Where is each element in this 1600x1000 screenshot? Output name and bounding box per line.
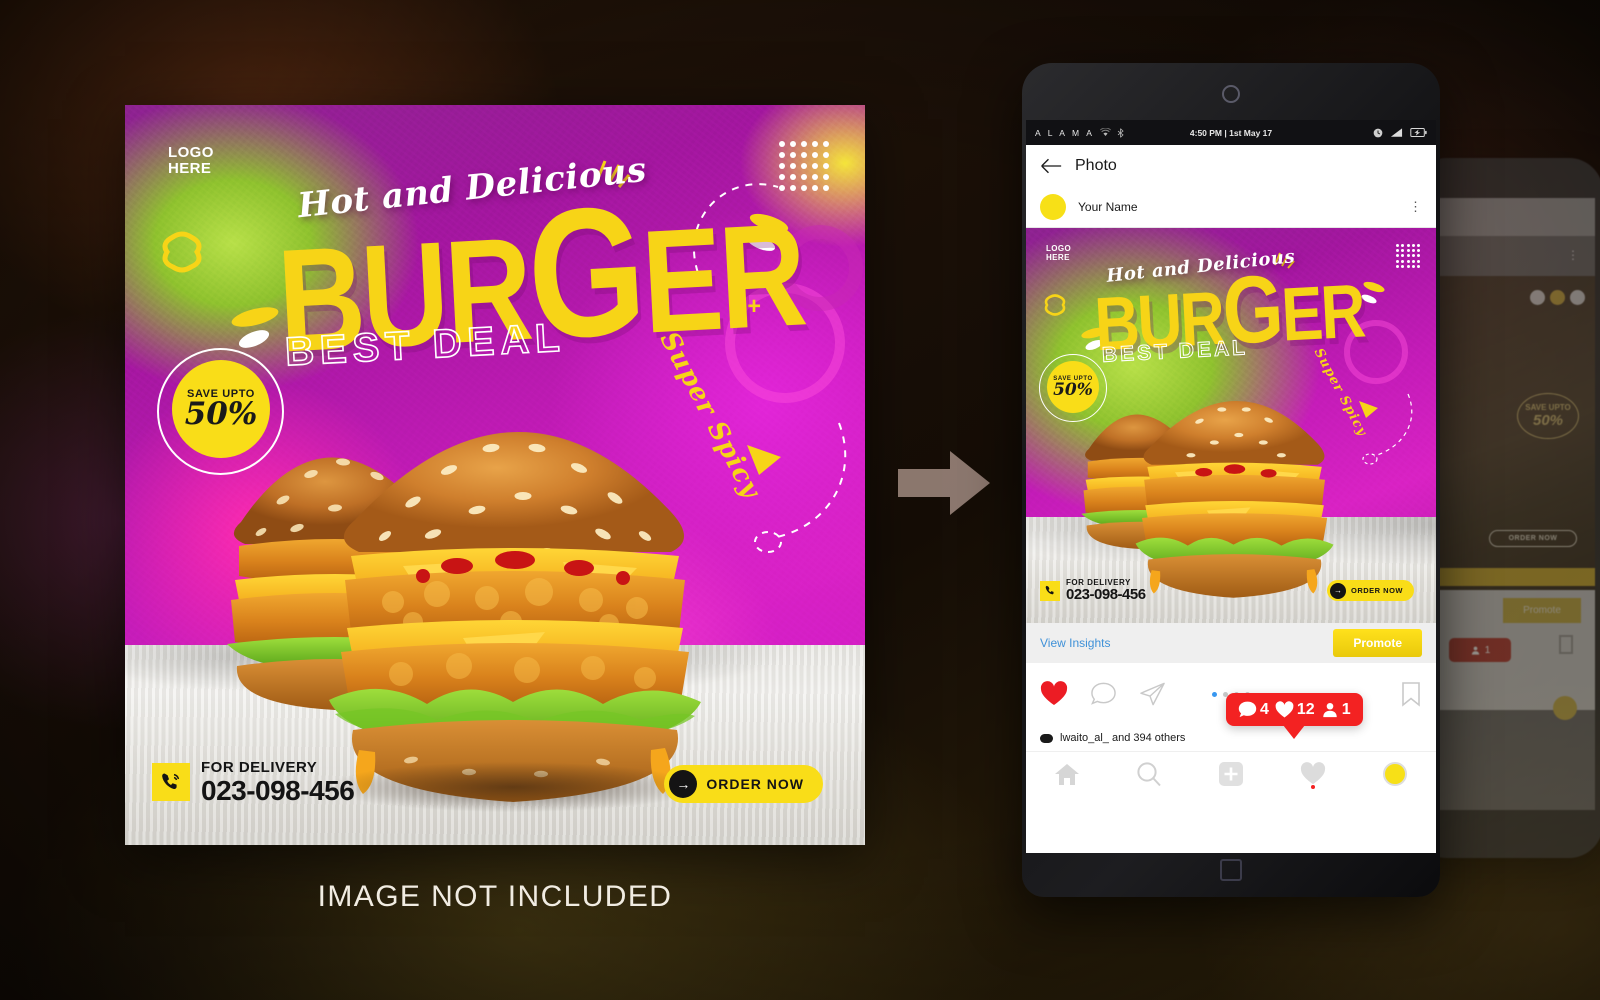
delivery-phone: 023-098-456 [201, 774, 355, 806]
tab-profile[interactable] [1370, 757, 1420, 791]
social-icons-row [1530, 290, 1585, 305]
follower-count-group: 1 [1321, 701, 1351, 719]
save-badge-value: 50% [184, 396, 258, 433]
delivery-label: FOR DELIVERY [201, 758, 318, 776]
carrier-label: A L A M A [1035, 127, 1095, 138]
status-time: 4:50 PM | 1st May 17 [1189, 127, 1273, 138]
home-square-icon[interactable] [1220, 859, 1242, 881]
phone-screen: A L A M A 4:50 PM | 1st May 17 Photo You… [1026, 120, 1436, 853]
liker-avatars-icon [1040, 733, 1053, 743]
order-now-button[interactable]: → ORDER NOW [664, 765, 823, 803]
activity-notification-dot [1311, 784, 1315, 789]
poster-logo: LOGO HERE [168, 144, 214, 178]
phone-call-icon [152, 762, 190, 801]
order-now-label: ORDER NOW [706, 776, 804, 792]
home-icon [1055, 763, 1079, 785]
ghost-notification-badge: 1 [1449, 638, 1511, 662]
like-count-group: 12 [1275, 701, 1315, 719]
send-paper-plane-icon[interactable] [1139, 681, 1166, 707]
ghost-save-value: 50% [1532, 412, 1564, 429]
post-order-now-button[interactable]: → ORDER NOW [1327, 580, 1414, 601]
poster-preview[interactable]: + LOGO HERE Hot and Delicious BURGER BES… [125, 105, 865, 845]
likes-summary-row[interactable]: lwaito_al_ and 394 others [1026, 725, 1436, 751]
comment-bubble-icon [1238, 701, 1257, 718]
poster-logo-line2: HERE [168, 160, 212, 178]
alarm-clock-icon [1373, 128, 1383, 138]
comment-count-group: 4 [1238, 700, 1269, 719]
post-logo: LOGO HERE [1046, 244, 1071, 262]
profile-avatar-icon [1383, 761, 1407, 786]
post-save-badge: SAVE UPTO 50% [1047, 361, 1099, 413]
flower-decoration [1044, 294, 1066, 316]
plus-square-icon [1219, 761, 1243, 786]
back-arrow-icon[interactable] [1040, 158, 1062, 174]
background-phone-mockup: ⋮ SAVE UPTO 50% ORDER NOW Promote 1 [1413, 158, 1600, 858]
avatar[interactable] [1040, 194, 1066, 220]
signal-bars-icon [1390, 127, 1403, 138]
ghost-follower-count: 1 [1484, 644, 1491, 656]
like-count: 12 [1296, 700, 1315, 718]
ghost-avatar [1553, 696, 1577, 720]
bluetooth-icon [1117, 127, 1125, 138]
caption-image-not-included: IMAGE NOT INCLUDED [317, 880, 673, 913]
poster-logo-line1: LOGO [168, 144, 214, 161]
delivery-info: FOR DELIVERY 023-098-456 [152, 758, 355, 806]
notification-badge: 4 12 1 [1226, 693, 1363, 739]
insights-bar: View Insights Promote [1026, 623, 1436, 663]
arrow-right-icon: → [669, 770, 698, 798]
tab-search[interactable] [1124, 757, 1174, 791]
post-author-row[interactable]: Your Name ⋮ [1026, 187, 1436, 227]
arrow-right-icon: → [1330, 582, 1346, 599]
tab-activity[interactable] [1288, 757, 1338, 791]
dot-grid-icon [1396, 244, 1420, 268]
post-delivery-phone: 023-098-456 [1066, 586, 1146, 604]
post-headline-part3: ER [1279, 269, 1366, 358]
tab-add[interactable] [1206, 757, 1256, 791]
comment-count: 4 [1260, 700, 1269, 718]
comment-bubble-icon[interactable] [1090, 681, 1117, 707]
bookmark-icon[interactable] [1400, 681, 1422, 707]
save-badge: SAVE UPTO 50% [172, 360, 270, 458]
ghost-save-label: SAVE UPTO [1525, 403, 1571, 412]
post-order-now-label: ORDER NOW [1351, 586, 1403, 595]
person-icon [1322, 702, 1337, 717]
post-delivery-info: FOR DELIVERY 023-098-456 [1040, 578, 1146, 603]
front-camera-icon [1222, 85, 1240, 103]
status-bar: A L A M A 4:50 PM | 1st May 17 [1026, 120, 1436, 145]
app-header: Photo [1026, 145, 1436, 187]
tab-home[interactable] [1042, 757, 1092, 791]
kebab-menu-icon[interactable]: ⋮ [1409, 200, 1422, 213]
view-insights-link[interactable]: View Insights [1040, 636, 1110, 650]
phone-mockup: A L A M A 4:50 PM | 1st May 17 Photo You… [1022, 63, 1440, 897]
post-actions-row: 4 12 1 [1026, 663, 1436, 739]
battery-icon [1410, 128, 1427, 137]
likes-text: lwaito_al_ and 394 others [1060, 732, 1186, 744]
ghost-order-button: ORDER NOW [1489, 530, 1577, 547]
arrow-right-icon [898, 447, 990, 519]
kebab-menu-icon: ⋮ [1567, 248, 1579, 262]
post-save-value: 50% [1053, 379, 1093, 400]
post-logo-line2: HERE [1046, 252, 1070, 262]
heart-icon [1300, 761, 1326, 784]
bookmark-icon [1559, 635, 1573, 654]
search-icon [1137, 761, 1161, 786]
promote-button[interactable]: Promote [1333, 629, 1422, 657]
bottom-tab-bar [1026, 751, 1436, 795]
ghost-promote-button: Promote [1503, 598, 1581, 623]
heart-icon [1275, 700, 1294, 717]
wifi-icon [1100, 128, 1112, 137]
follower-count: 1 [1341, 700, 1351, 718]
ghost-save-badge: SAVE UPTO 50% [1517, 393, 1579, 439]
phone-call-icon [1040, 580, 1060, 601]
author-name: Your Name [1078, 200, 1138, 214]
page-title: Photo [1075, 157, 1117, 174]
flower-decoration [162, 231, 202, 273]
post-image[interactable]: LOGO HERE Hot and Delicious BURGER BEST … [1026, 228, 1436, 623]
heart-icon[interactable] [1040, 681, 1068, 707]
